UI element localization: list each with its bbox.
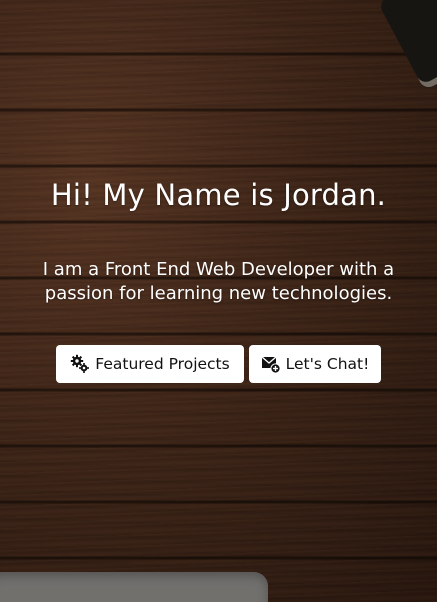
lets-chat-button[interactable]: Let's Chat! (249, 345, 381, 383)
hero-tagline: I am a Front End Web Developer with a pa… (42, 259, 395, 304)
featured-projects-label: Featured Projects (95, 355, 230, 373)
gears-icon (70, 354, 90, 374)
laptop-image (0, 572, 268, 602)
hero-heading: Hi! My Name is Jordan. (50, 178, 387, 212)
featured-projects-button[interactable]: Featured Projects (56, 345, 244, 383)
desk-object-image (377, 0, 437, 91)
mail-add-icon (261, 354, 281, 374)
lets-chat-label: Let's Chat! (285, 355, 370, 373)
